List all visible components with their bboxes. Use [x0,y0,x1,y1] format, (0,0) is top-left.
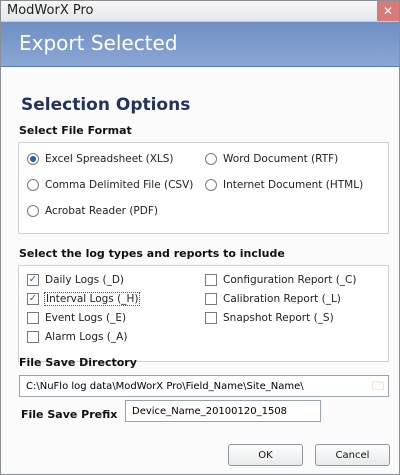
checkbox[interactable] [205,312,217,324]
radio-html-label: Internet Document (HTML) [223,179,364,191]
checkbox-snapshot-report[interactable]: Snapshot Report (_S) [205,312,334,324]
radio-button[interactable] [27,179,39,191]
checkbox[interactable] [27,312,39,324]
checkbox-configuration-report[interactable]: Configuration Report (_C) [205,274,356,286]
snapshot-report-label: Snapshot Report (_S) [223,312,334,324]
dialog-header: Export Selected [1,22,399,67]
configuration-report-label: Configuration Report (_C) [223,274,357,286]
prefix-value: Device_Name_20100120_1508 [132,406,288,417]
prefix-label: File Save Prefix [21,408,118,421]
directory-label: File Save Directory [19,356,137,369]
log-types-label: Select the log types and reports to incl… [19,247,285,260]
window-title: ModWorX Pro [7,3,94,18]
radio-button[interactable] [205,153,217,165]
radio-xls[interactable]: Excel Spreadsheet (XLS) [27,153,174,165]
radio-pdf-label: Acrobat Reader (PDF) [45,205,158,217]
checkbox[interactable] [205,293,217,305]
radio-xls-label: Excel Spreadsheet (XLS) [45,153,174,165]
cancel-button[interactable]: Cancel [315,444,390,466]
radio-rtf[interactable]: Word Document (RTF) [205,153,338,165]
checkbox-interval-logs[interactable]: ✓ Interval Logs (_H) [27,292,141,306]
title-bar: ModWorX Pro ✕ [1,1,399,22]
dialog-title: Export Selected [19,31,178,55]
radio-button[interactable] [205,179,217,191]
checkbox-daily-logs[interactable]: ✓ Daily Logs (_D) [27,274,124,286]
log-types-group: ✓ Daily Logs (_D) Configuration Report (… [18,265,389,362]
radio-html[interactable]: Internet Document (HTML) [205,179,363,191]
radio-csv[interactable]: Comma Delimited File (CSV) [27,179,193,191]
file-format-label: Select File Format [19,124,132,137]
selection-options-title: Selection Options [21,95,191,115]
prefix-input[interactable]: Device_Name_20100120_1508 [125,400,321,422]
checkbox[interactable]: ✓ [27,293,39,305]
interval-logs-label: Interval Logs (_H) [43,292,141,306]
calibration-report-label: Calibration Report (_L) [223,293,341,305]
file-format-group: Excel Spreadsheet (XLS) Word Document (R… [18,142,389,234]
event-logs-label: Event Logs (_E) [45,312,127,324]
directory-value: C:\NuFlo log data\ModWorX Pro\Field_Name… [26,381,304,392]
radio-pdf[interactable]: Acrobat Reader (PDF) [27,205,158,217]
close-icon[interactable]: ✕ [377,1,399,21]
radio-button[interactable] [27,205,39,217]
ok-button[interactable]: OK [228,444,303,466]
ok-label: OK [258,450,273,461]
checkbox-event-logs[interactable]: Event Logs (_E) [27,312,126,324]
cancel-label: Cancel [335,450,370,461]
checkbox[interactable]: ✓ [27,274,39,286]
checkbox[interactable] [205,274,217,286]
checkbox[interactable] [27,331,39,343]
radio-button[interactable] [27,153,39,165]
directory-input[interactable]: C:\NuFlo log data\ModWorX Pro\Field_Name… [19,375,389,397]
checkbox-alarm-logs[interactable]: Alarm Logs (_A) [27,331,127,343]
daily-logs-label: Daily Logs (_D) [45,274,124,286]
checkbox-calibration-report[interactable]: Calibration Report (_L) [205,293,341,305]
radio-rtf-label: Word Document (RTF) [223,153,339,165]
alarm-logs-label: Alarm Logs (_A) [45,331,128,343]
folder-icon[interactable]: 🗀 [372,380,384,392]
export-dialog: ModWorX Pro ✕ Export Selected Selection … [0,0,400,475]
radio-csv-label: Comma Delimited File (CSV) [45,179,194,191]
